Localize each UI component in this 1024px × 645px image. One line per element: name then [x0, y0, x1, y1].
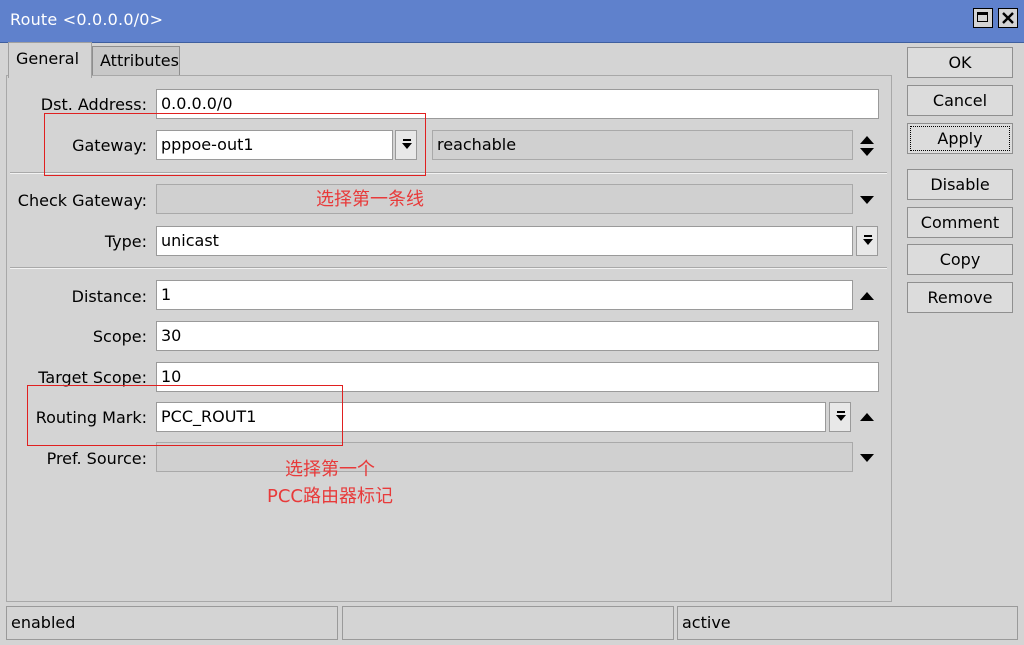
- routing-mark-dropdown-icon[interactable]: [829, 402, 851, 432]
- gateway-annotation-box: [44, 113, 426, 176]
- distance-input[interactable]: 1: [156, 280, 853, 310]
- triangle-down-icon[interactable]: [859, 195, 875, 205]
- triangle-up-icon[interactable]: [859, 412, 875, 422]
- gateway-annotation-text: 选择第一条线: [316, 189, 424, 210]
- status-bar: enabled active: [0, 606, 1024, 645]
- routing-mark-annotation-line1: 选择第一个: [285, 459, 375, 480]
- pref-source-label: Pref. Source:: [46, 449, 147, 468]
- check-gateway-field[interactable]: [156, 184, 853, 214]
- tab-general[interactable]: General: [8, 42, 92, 78]
- status-middle: [342, 606, 674, 640]
- comment-button[interactable]: Comment: [907, 207, 1013, 238]
- tab-attributes[interactable]: Attributes: [92, 46, 180, 76]
- tab-general-label: General: [16, 49, 80, 68]
- close-icon[interactable]: [998, 8, 1018, 28]
- type-dropdown-icon[interactable]: [856, 226, 878, 256]
- tab-attributes-label: Attributes: [100, 51, 179, 70]
- distance-label: Distance:: [71, 287, 147, 306]
- cancel-button[interactable]: Cancel: [907, 85, 1013, 116]
- status-active: active: [677, 606, 1018, 640]
- gateway-status-field: reachable: [432, 130, 853, 160]
- maximize-icon[interactable]: [973, 8, 993, 28]
- triangle-down-icon[interactable]: [859, 453, 875, 463]
- dst-address-label: Dst. Address:: [40, 95, 147, 114]
- apply-button[interactable]: Apply: [907, 123, 1013, 154]
- ok-button[interactable]: OK: [907, 47, 1013, 78]
- type-label: Type:: [104, 232, 147, 251]
- disable-button[interactable]: Disable: [907, 169, 1013, 200]
- scope-label: Scope:: [92, 327, 147, 346]
- scope-input[interactable]: 30: [156, 321, 879, 351]
- route-window: Route <0.0.0.0/0> General Attributes Dst…: [0, 0, 1024, 645]
- title-bar: Route <0.0.0.0/0>: [0, 0, 1024, 43]
- type-input[interactable]: unicast: [156, 226, 853, 256]
- up-down-arrows-icon[interactable]: [859, 135, 875, 157]
- routing-mark-annotation-line2: PCC路由器标记: [267, 486, 393, 507]
- status-enabled: enabled: [6, 606, 338, 640]
- remove-button[interactable]: Remove: [907, 282, 1013, 313]
- triangle-up-icon[interactable]: [859, 291, 875, 301]
- check-gateway-label: Check Gateway:: [17, 191, 147, 210]
- copy-button[interactable]: Copy: [907, 244, 1013, 275]
- separator: [10, 267, 887, 269]
- window-title: Route <0.0.0.0/0>: [10, 10, 164, 29]
- routing-mark-annotation-box: [27, 385, 343, 446]
